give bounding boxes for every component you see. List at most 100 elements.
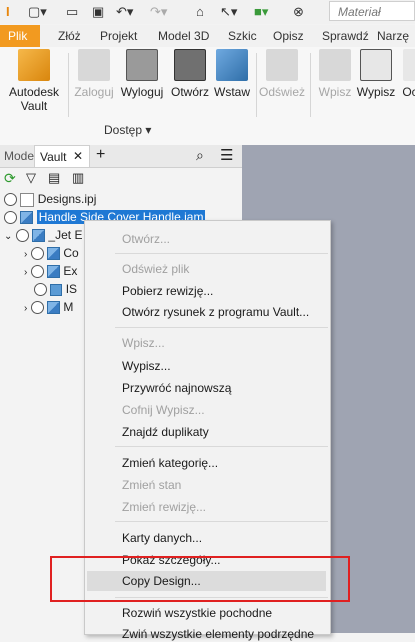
assembly-icon <box>20 211 33 224</box>
menu-item-zwin-podrzedne[interactable]: Zwiń wszystkie elementy podrzędne <box>122 626 314 642</box>
odswiez-button[interactable]: Odśwież <box>258 49 306 99</box>
menu-separator <box>115 253 328 254</box>
tree-item-child[interactable]: › M <box>24 298 73 316</box>
app-logo-icon[interactable]: I <box>6 4 10 20</box>
menu-separator <box>115 521 328 522</box>
menu-separator <box>115 446 328 447</box>
home-icon[interactable]: ⌂ <box>196 4 204 20</box>
check-in-icon <box>319 49 351 81</box>
tree-item-child[interactable]: › Ex <box>24 262 77 280</box>
tab-plik[interactable]: Plik <box>0 25 40 47</box>
tree-item-child[interactable]: › Co <box>24 244 79 262</box>
redo-icon[interactable]: ↷▾ <box>150 4 167 20</box>
tree-item-label: Co <box>63 246 78 260</box>
menu-separator <box>115 327 328 328</box>
tab-szkic[interactable]: Szkic <box>228 25 257 47</box>
menu-item-zmien-stan[interactable]: Zmień stan <box>122 477 181 493</box>
ribbon-separator <box>68 53 69 117</box>
menu-item-rozwin-pochodne[interactable]: Rozwiń wszystkie pochodne <box>122 605 272 621</box>
tab-model-3d[interactable]: Model 3D <box>158 25 209 47</box>
status-circle-icon <box>16 229 29 242</box>
ribbon-separator <box>310 53 311 117</box>
wypisz-label: Wypisz <box>357 85 396 99</box>
tree-item-label: M <box>63 300 73 314</box>
material-sphere-icon[interactable]: ⊗ <box>293 4 304 20</box>
menu-item-wpisz[interactable]: Wpisz... <box>122 335 165 351</box>
tab-model[interactable]: Model <box>4 149 37 163</box>
part-icon <box>50 284 62 296</box>
tab-narzedzia[interactable]: Narzę <box>377 25 409 47</box>
material-field[interactable]: Materiał <box>329 1 415 21</box>
wstaw-label: Wstaw <box>214 85 250 99</box>
menu-item-wypisz[interactable]: Wypisz... <box>122 358 171 374</box>
menu-item-cofnij-wypisz[interactable]: Cofnij Wypisz... <box>122 402 205 418</box>
undo-icon[interactable]: ↶▾ <box>116 4 133 20</box>
wstaw-button[interactable]: Wstaw <box>212 49 252 99</box>
check-out-icon <box>360 49 392 81</box>
search-icon[interactable]: ⌕ <box>196 147 204 164</box>
wpisz-button[interactable]: Wpisz <box>316 49 354 99</box>
new-file-icon[interactable]: ▢▾ <box>28 4 47 20</box>
chevron-down-icon[interactable]: ⌄ <box>4 231 12 242</box>
logout-lock-icon <box>126 49 158 81</box>
menu-item-otworz[interactable]: Otwórz... <box>122 231 170 247</box>
quick-access-toolbar: I ▢▾ ▭ ▣ ↶▾ ↷▾ ⌂ ↖▾ ■▾ ⊗ Materiał <box>0 0 415 24</box>
tab-projekt[interactable]: Projekt <box>100 25 137 47</box>
autodesk-vault-label: AutodeskVault <box>9 85 59 113</box>
otworz-button[interactable]: Otwórz <box>168 49 212 99</box>
menu-icon[interactable]: ☰ <box>220 146 233 164</box>
tab-sprawdz[interactable]: Sprawdź <box>322 25 369 47</box>
more-icon <box>403 49 415 81</box>
clipboard-icon[interactable]: ▥ <box>72 170 84 186</box>
open-vault-icon <box>174 49 206 81</box>
chevron-right-icon[interactable]: › <box>24 303 27 314</box>
tree-item-project[interactable]: Designs.ipj <box>4 190 96 208</box>
status-circle-icon <box>4 193 17 206</box>
tab-vault-label: Vault <box>40 150 66 164</box>
menu-item-otworz-rysunek[interactable]: Otwórz rysunek z programu Vault... <box>122 304 309 320</box>
close-icon[interactable]: ✕ <box>73 149 83 163</box>
status-circle-icon <box>31 247 44 260</box>
save-icon[interactable]: ▣ <box>92 4 104 20</box>
tree-item-child[interactable]: IS <box>34 280 77 298</box>
tree-item-label: Ex <box>63 264 77 278</box>
select-icon[interactable]: ↖▾ <box>220 4 237 20</box>
refresh-icon[interactable]: ⟳ <box>4 170 16 187</box>
menu-item-znajdz-duplikaty[interactable]: Znajdź duplikaty <box>122 424 209 440</box>
menu-item-zmien-kategorie[interactable]: Zmień kategorię... <box>122 455 218 471</box>
tree-item-subassembly[interactable]: ⌄ _Jet E <box>4 226 82 244</box>
group-label-dostep[interactable]: Dostęp ▾ <box>104 123 151 137</box>
status-circle-icon <box>31 265 44 278</box>
autodesk-vault-button[interactable]: AutodeskVault <box>4 49 64 113</box>
menu-item-odswiez-plik[interactable]: Odśwież plik <box>122 261 189 277</box>
chevron-right-icon[interactable]: › <box>24 267 27 278</box>
menu-item-karty-danych[interactable]: Karty danych... <box>122 530 202 546</box>
vault-icon <box>18 49 50 81</box>
zaloguj-label: Zaloguj <box>74 85 113 99</box>
filter-icon[interactable]: ▽ <box>26 170 36 186</box>
add-tab-icon[interactable]: + <box>96 146 105 164</box>
appearance-icon[interactable]: ■▾ <box>254 4 268 20</box>
ribbon-separator <box>256 53 257 117</box>
tab-zloz[interactable]: Złóż <box>58 25 81 47</box>
highlight-annotation-box <box>50 556 350 602</box>
more-button[interactable]: Oc <box>400 49 415 99</box>
ribbon-tabs: Plik Złóż Projekt Model 3D Szkic Opisz S… <box>0 25 415 47</box>
tab-vault[interactable]: Vault ✕ <box>34 145 90 167</box>
wypisz-button[interactable]: Wypisz <box>354 49 398 99</box>
vault-tree-icon[interactable]: ▤ <box>48 170 60 186</box>
wyloguj-button[interactable]: Wyloguj <box>118 49 166 99</box>
menu-item-zmien-rewizje[interactable]: Zmień rewizję... <box>122 499 206 515</box>
more-label: Oc <box>402 85 415 99</box>
chevron-right-icon[interactable]: › <box>24 249 27 260</box>
odswiez-label: Odśwież <box>259 85 305 99</box>
wpisz-label: Wpisz <box>319 85 352 99</box>
menu-item-przywroc-najnowsza[interactable]: Przywróć najnowszą <box>122 380 231 396</box>
assembly-icon <box>47 301 60 314</box>
browser-toolbar: ⟳ ▽ ▤ ▥ <box>0 168 242 190</box>
zaloguj-button[interactable]: Zaloguj <box>72 49 116 99</box>
tab-opisz[interactable]: Opisz <box>273 25 304 47</box>
menu-item-pobierz-rewizje[interactable]: Pobierz rewizję... <box>122 283 213 299</box>
status-circle-icon <box>4 211 17 224</box>
open-folder-icon[interactable]: ▭ <box>66 4 78 20</box>
